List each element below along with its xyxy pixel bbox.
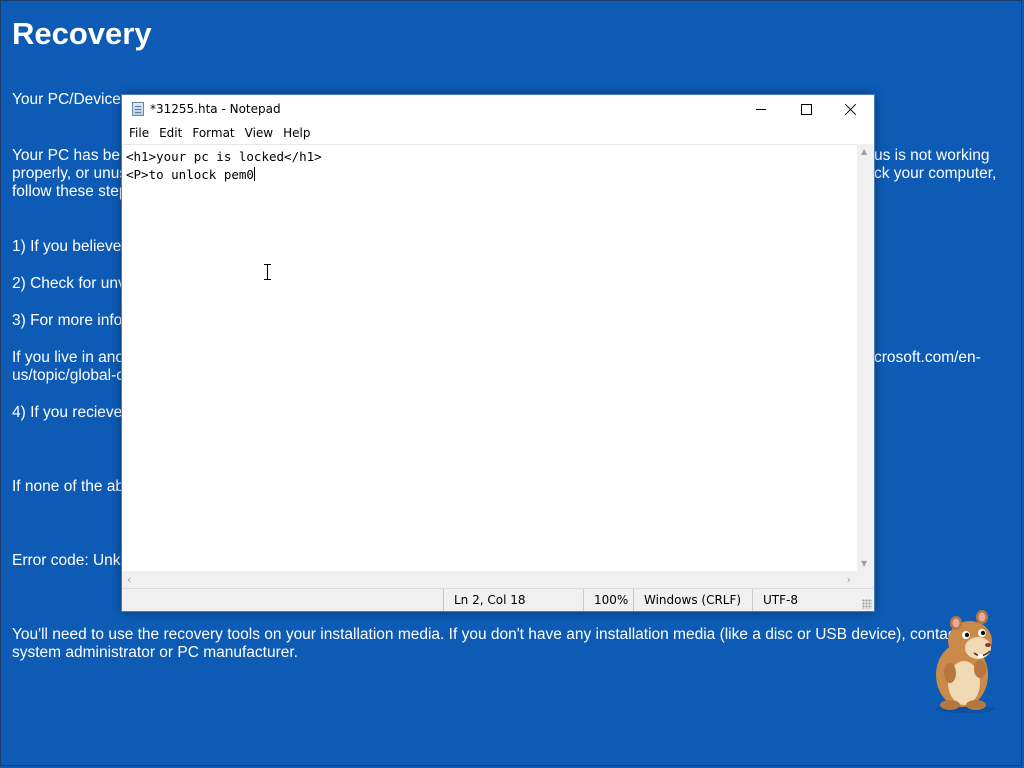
scroll-down-arrow-icon[interactable]: ▼ [861,559,867,568]
notepad-app-icon[interactable] [132,102,144,116]
menu-bar: File Edit Format View Help [122,123,874,143]
bg-fragment-not-working: us is not working [874,147,990,164]
bg-fragment-check-computer: ck your computer, [874,165,997,182]
vertical-scrollbar[interactable]: ▲ ▼ [857,144,874,571]
editor-content: <h1>your pc is locked</h1> <P>to unlock … [126,148,322,184]
menu-view[interactable]: View [240,123,278,143]
maximize-icon [800,103,812,115]
scroll-right-arrow-icon[interactable]: › [847,573,851,586]
close-icon [845,103,857,115]
bg-recovery-tools-text: You'll need to use the recovery tools on… [12,626,956,643]
bg-recovery-tools-text-2: system administrator or PC manufacturer. [12,644,298,661]
status-bar: Ln 2, Col 18 100% Windows (CRLF) UTF-8 [122,588,874,611]
close-button[interactable] [828,95,874,123]
hamster-mascot [935,610,995,713]
recovery-heading: Recovery [12,16,152,51]
bg-fragment-microsoft-url: crosoft.com/en- [874,349,981,366]
minimize-button[interactable] [738,95,784,123]
text-caret [253,167,255,181]
editor-line-2: <P>to unlock pem0 [126,167,254,182]
status-line-ending: Windows (CRLF) [633,589,752,611]
status-cursor-position: Ln 2, Col 18 [443,589,583,611]
text-cursor-ibeam-icon [264,264,271,280]
status-encoding: UTF-8 [752,589,862,611]
title-bar[interactable]: *31255.hta - Notepad [122,95,874,123]
menu-help[interactable]: Help [278,123,315,143]
menu-file[interactable]: File [124,123,154,143]
scroll-left-arrow-icon[interactable]: ‹ [127,573,131,586]
menu-edit[interactable]: Edit [154,123,187,143]
text-editor-area[interactable]: <h1>your pc is locked</h1> <P>to unlock … [122,144,857,571]
horizontal-scrollbar[interactable]: ‹ › [122,571,857,588]
scroll-up-arrow-icon[interactable]: ▲ [861,147,867,156]
menu-format[interactable]: Format [187,123,239,143]
minimize-icon [756,108,766,110]
editor-line-1: <h1>your pc is locked</h1> [126,149,322,164]
notepad-window[interactable]: *31255.hta - Notepad File Edit Format Vi… [122,95,874,611]
resize-grip-icon[interactable] [862,599,872,609]
status-zoom: 100% [583,589,633,611]
scrollbar-corner [857,571,874,588]
window-title: *31255.hta - Notepad [150,102,281,116]
maximize-button[interactable] [783,95,829,123]
